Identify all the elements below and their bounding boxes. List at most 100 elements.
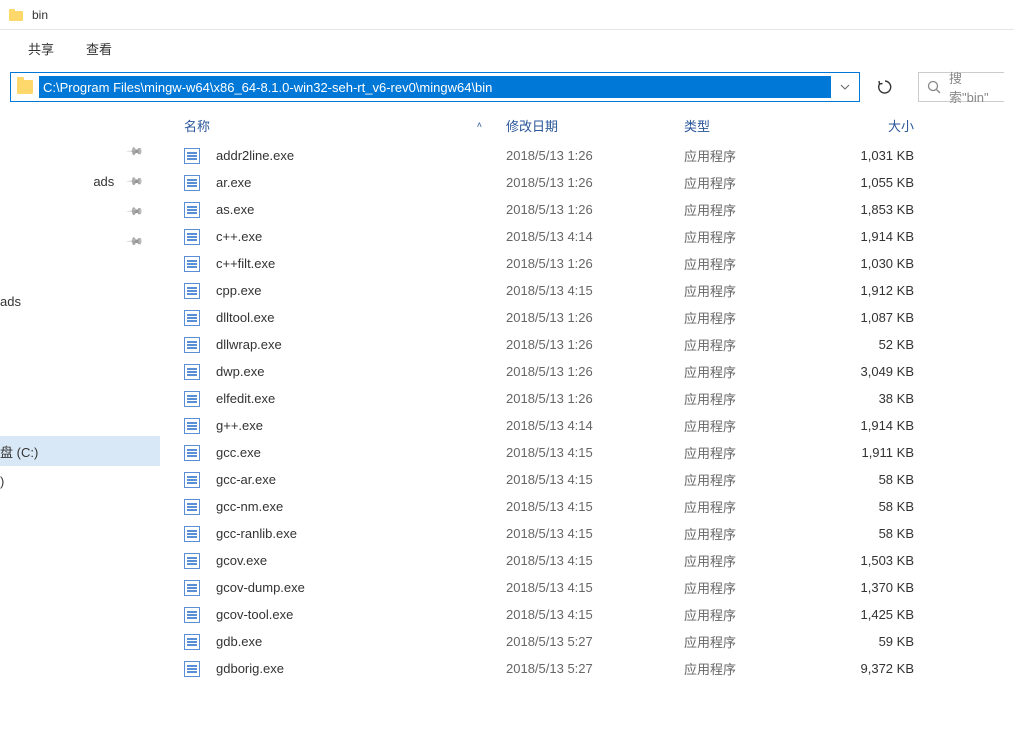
window-title: bin [32, 8, 48, 22]
file-date: 2018/5/13 4:15 [506, 607, 684, 622]
file-date: 2018/5/13 1:26 [506, 202, 684, 217]
file-row[interactable]: dwp.exe2018/5/13 1:26应用程序3,049 KB [182, 358, 1014, 385]
sidebar-item[interactable] [0, 346, 160, 376]
file-name: gcov.exe [216, 553, 506, 568]
exe-icon [184, 634, 200, 650]
exe-icon [184, 229, 200, 245]
file-date: 2018/5/13 4:15 [506, 580, 684, 595]
file-row[interactable]: gcov-dump.exe2018/5/13 4:15应用程序1,370 KB [182, 574, 1014, 601]
file-row[interactable]: dlltool.exe2018/5/13 1:26应用程序1,087 KB [182, 304, 1014, 331]
file-name: c++.exe [216, 229, 506, 244]
titlebar: bin [0, 0, 1014, 30]
file-size: 58 KB [830, 472, 926, 487]
sidebar-item[interactable]: ) [0, 466, 160, 496]
sidebar-item[interactable] [0, 406, 160, 436]
exe-icon [184, 256, 200, 272]
tab-view[interactable]: 查看 [86, 39, 112, 58]
address-path[interactable]: C:\Program Files\mingw-w64\x86_64-8.1.0-… [39, 76, 831, 98]
exe-icon [184, 202, 200, 218]
sidebar-item[interactable] [0, 316, 160, 346]
file-row[interactable]: g++.exe2018/5/13 4:14应用程序1,914 KB [182, 412, 1014, 439]
file-size: 38 KB [830, 391, 926, 406]
column-header-type[interactable]: 类型 [684, 116, 830, 135]
file-date: 2018/5/13 1:26 [506, 337, 684, 352]
sidebar-item[interactable]: 📌 [0, 226, 160, 256]
file-row[interactable]: as.exe2018/5/13 1:26应用程序1,853 KB [182, 196, 1014, 223]
file-size: 1,030 KB [830, 256, 926, 271]
sidebar-item[interactable]: 📌 [0, 196, 160, 226]
file-row[interactable]: cpp.exe2018/5/13 4:15应用程序1,912 KB [182, 277, 1014, 304]
file-type: 应用程序 [684, 578, 830, 597]
sidebar-item[interactable] [0, 256, 160, 286]
file-type: 应用程序 [684, 281, 830, 300]
exe-icon [184, 499, 200, 515]
file-date: 2018/5/13 4:15 [506, 499, 684, 514]
file-type: 应用程序 [684, 470, 830, 489]
file-type: 应用程序 [684, 146, 830, 165]
file-type: 应用程序 [684, 389, 830, 408]
file-type: 应用程序 [684, 254, 830, 273]
column-header-date[interactable]: 修改日期 [506, 116, 684, 135]
tab-share[interactable]: 共享 [28, 39, 54, 58]
chevron-down-icon[interactable] [831, 84, 859, 90]
file-type: 应用程序 [684, 443, 830, 462]
pin-icon: 📌 [126, 202, 145, 221]
address-folder-icon [11, 80, 39, 94]
search-input[interactable]: 搜索"bin" [918, 72, 1004, 102]
file-date: 2018/5/13 4:15 [506, 472, 684, 487]
pin-icon: 📌 [126, 142, 145, 161]
sidebar-item[interactable] [0, 376, 160, 406]
file-row[interactable]: gcov.exe2018/5/13 4:15应用程序1,503 KB [182, 547, 1014, 574]
file-row[interactable]: c++filt.exe2018/5/13 1:26应用程序1,030 KB [182, 250, 1014, 277]
main-content: 📌 ads📌 📌 📌 ads 盘 (C:)) 名称 ˄ 修改日期 类型 大小 addr2l… [0, 108, 1014, 733]
file-row[interactable]: gcc-ranlib.exe2018/5/13 4:15应用程序58 KB [182, 520, 1014, 547]
column-header-name[interactable]: 名称 ˄ [182, 116, 506, 135]
file-size: 1,914 KB [830, 418, 926, 433]
exe-icon [184, 607, 200, 623]
column-header-size[interactable]: 大小 [830, 116, 926, 135]
file-row[interactable]: c++.exe2018/5/13 4:14应用程序1,914 KB [182, 223, 1014, 250]
file-name: c++filt.exe [216, 256, 506, 271]
exe-icon [184, 364, 200, 380]
file-type: 应用程序 [684, 227, 830, 246]
file-row[interactable]: addr2line.exe2018/5/13 1:26应用程序1,031 KB [182, 142, 1014, 169]
file-row[interactable]: gdborig.exe2018/5/13 5:27应用程序9,372 KB [182, 655, 1014, 682]
address-bar[interactable]: C:\Program Files\mingw-w64\x86_64-8.1.0-… [10, 72, 860, 102]
file-name: dwp.exe [216, 364, 506, 379]
ribbon: 共享 查看 [0, 30, 1014, 66]
file-row[interactable]: gcc.exe2018/5/13 4:15应用程序1,911 KB [182, 439, 1014, 466]
file-name: g++.exe [216, 418, 506, 433]
file-size: 58 KB [830, 499, 926, 514]
file-date: 2018/5/13 4:15 [506, 283, 684, 298]
file-name: gcc-nm.exe [216, 499, 506, 514]
file-row[interactable]: gdb.exe2018/5/13 5:27应用程序59 KB [182, 628, 1014, 655]
file-row[interactable]: elfedit.exe2018/5/13 1:26应用程序38 KB [182, 385, 1014, 412]
file-size: 58 KB [830, 526, 926, 541]
sidebar-item[interactable]: 盘 (C:) [0, 436, 160, 466]
file-size: 1,914 KB [830, 229, 926, 244]
file-type: 应用程序 [684, 551, 830, 570]
refresh-button[interactable] [870, 72, 900, 102]
file-type: 应用程序 [684, 632, 830, 651]
file-date: 2018/5/13 1:26 [506, 364, 684, 379]
file-date: 2018/5/13 4:15 [506, 445, 684, 460]
file-name: as.exe [216, 202, 506, 217]
file-row[interactable]: gcc-nm.exe2018/5/13 4:15应用程序58 KB [182, 493, 1014, 520]
file-date: 2018/5/13 4:15 [506, 526, 684, 541]
file-row[interactable]: ar.exe2018/5/13 1:26应用程序1,055 KB [182, 169, 1014, 196]
sidebar-item-label: ) [0, 474, 4, 489]
exe-icon [184, 526, 200, 542]
file-list: 名称 ˄ 修改日期 类型 大小 addr2line.exe2018/5/13 1… [160, 108, 1014, 733]
file-row[interactable]: dllwrap.exe2018/5/13 1:26应用程序52 KB [182, 331, 1014, 358]
search-icon [927, 80, 941, 94]
file-type: 应用程序 [684, 659, 830, 678]
sidebar-item[interactable]: 📌 [0, 136, 160, 166]
file-row[interactable]: gcov-tool.exe2018/5/13 4:15应用程序1,425 KB [182, 601, 1014, 628]
exe-icon [184, 391, 200, 407]
file-row[interactable]: gcc-ar.exe2018/5/13 4:15应用程序58 KB [182, 466, 1014, 493]
sidebar-item[interactable]: ads [0, 286, 160, 316]
file-name: gcc.exe [216, 445, 506, 460]
sidebar-item[interactable]: ads📌 [0, 166, 160, 196]
sidebar: 📌 ads📌 📌 📌 ads 盘 (C:)) [0, 108, 160, 733]
folder-icon [8, 7, 24, 23]
